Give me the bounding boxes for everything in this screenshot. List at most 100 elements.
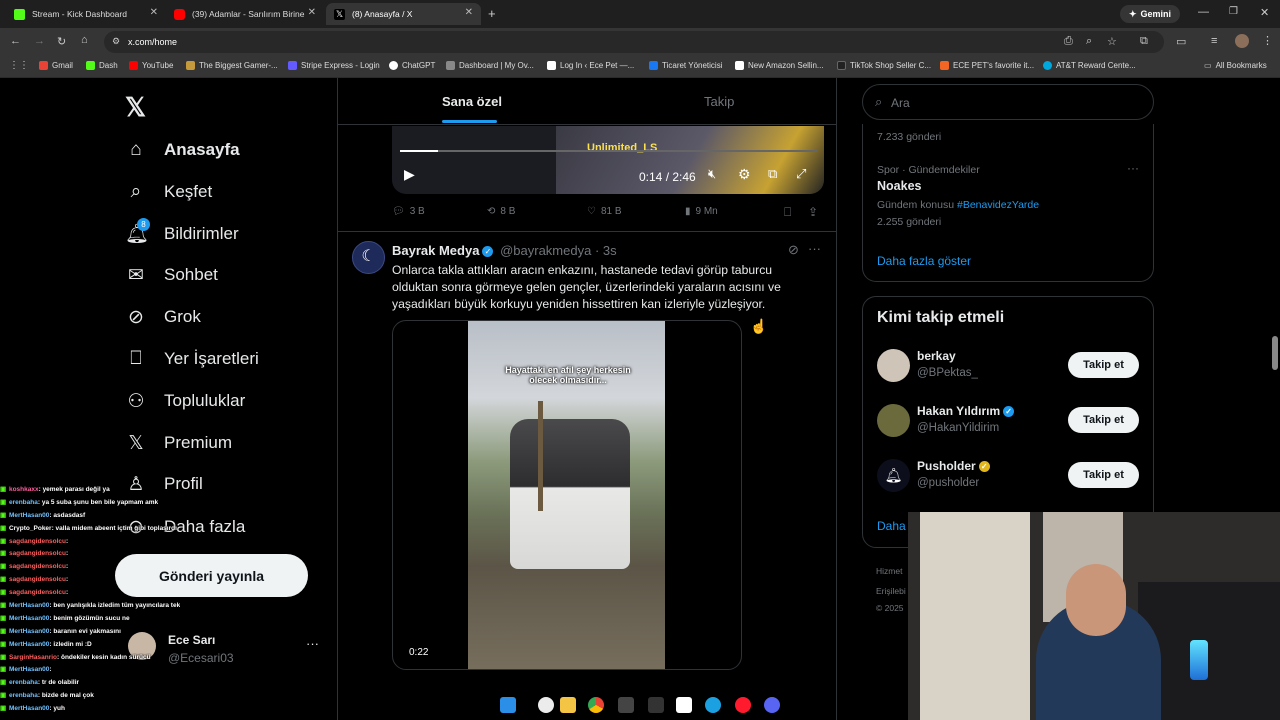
share-icon[interactable]: ⇪ xyxy=(808,205,818,219)
video-progress-track[interactable] xyxy=(400,150,817,152)
follow-button[interactable]: Takip et xyxy=(1068,407,1139,433)
trend-count: 7.233 gönderi xyxy=(877,131,942,143)
settings-icon[interactable]: ⚙ xyxy=(738,166,751,183)
sidebar-item-home[interactable]: ⌂ Anasayfa xyxy=(125,136,239,164)
mute-icon[interactable]: 🔇︎ xyxy=(708,166,716,182)
browser-tab-x[interactable]: 𝕏 (8) Anasayfa / X ✕ xyxy=(326,3,481,25)
pip-icon[interactable]: ⧉ xyxy=(768,166,777,182)
profile-avatar[interactable] xyxy=(1235,34,1249,48)
forward-icon[interactable]: → xyxy=(34,35,45,47)
menu-kebab-icon[interactable]: ⋮ xyxy=(1262,34,1273,47)
stream-chat-overlay: ▣ koshkaxx: yemek parası değil ya ▣ erenb… xyxy=(0,485,180,717)
close-tab-icon[interactable]: ✕ xyxy=(308,7,316,18)
back-icon[interactable]: ← xyxy=(10,35,21,47)
tab-following[interactable]: Takip xyxy=(704,94,734,109)
maximize-icon[interactable]: ❐ xyxy=(1229,6,1238,17)
close-window-icon[interactable]: ✕ xyxy=(1260,6,1269,19)
chat-username: SarginHasanrio xyxy=(8,653,57,661)
sidebar-item-premium[interactable]: 𝕏 Premium xyxy=(125,429,232,457)
globe-icon xyxy=(446,61,455,70)
close-tab-icon[interactable]: ✕ xyxy=(150,7,158,18)
windows-start-icon[interactable] xyxy=(500,697,516,713)
more-dots-icon[interactable]: ··· xyxy=(1127,161,1139,175)
avatar[interactable]: ☾ xyxy=(352,241,385,274)
repost-button[interactable]: ⟲ 8 B xyxy=(487,206,515,217)
sidebar-item-explore[interactable]: ⌕ Keşfet xyxy=(125,178,213,206)
opera-icon[interactable] xyxy=(735,697,751,713)
star-icon[interactable]: ☆ xyxy=(1107,35,1117,48)
app-icon[interactable] xyxy=(705,697,721,713)
browser-tab-youtube[interactable]: (39) Adamlar - Sarılırım Birine ✕ xyxy=(166,3,324,25)
bookmark-amazon[interactable]: New Amazon Sellin... xyxy=(735,61,824,70)
sidebar-item-grok[interactable]: ⊘ Grok xyxy=(125,303,201,331)
search-icon: ⌕ xyxy=(130,181,142,202)
reply-button[interactable]: 💬︎ 3 B xyxy=(392,206,425,217)
post-timestamp[interactable]: 3s xyxy=(603,243,617,258)
more-dots-icon[interactable]: ··· xyxy=(808,241,821,256)
trend-item[interactable]: Spor · Gündemdekiler Noakes Gündem konus… xyxy=(877,161,1141,234)
search-box[interactable]: ⌕ Ara xyxy=(862,84,1154,120)
file-explorer-icon[interactable] xyxy=(560,697,576,713)
bookmark-ecepet-fav[interactable]: ECE PET's favorite it... xyxy=(940,61,1034,70)
play-icon[interactable]: ▶ xyxy=(404,166,415,183)
chrome-icon[interactable] xyxy=(588,697,604,713)
follow-button[interactable]: Takip et xyxy=(1068,462,1139,488)
post-video[interactable]: Hayattaki en afil şey herkesin ölecek ol… xyxy=(392,320,742,670)
app-icon[interactable] xyxy=(648,697,664,713)
page-scrollbar[interactable] xyxy=(1272,336,1278,370)
app-icon[interactable] xyxy=(538,697,554,713)
tab-for-you[interactable]: Sana özel xyxy=(442,94,502,109)
browser-tab-kick[interactable]: Stream - Kick Dashboard ✕ xyxy=(6,3,166,25)
install-icon[interactable]: ⎙ xyxy=(1064,35,1073,48)
fullscreen-icon[interactable]: ⤢ xyxy=(796,166,806,182)
bookmark-gmail[interactable]: Gmail xyxy=(39,61,73,70)
post-author-name[interactable]: Bayrak Medya xyxy=(392,243,479,258)
follow-button[interactable]: Takip et xyxy=(1068,352,1139,378)
trend-hashtag[interactable]: #BenavidezYarde xyxy=(957,199,1039,211)
home-icon: ⌂ xyxy=(130,139,142,160)
views-button[interactable]: ▮ 9 Mn xyxy=(685,206,718,217)
grok-icon[interactable]: ⊘ xyxy=(788,242,799,258)
site-info-icon[interactable]: ⚙ xyxy=(112,36,120,47)
new-tab-icon[interactable]: + xyxy=(488,6,496,21)
close-tab-icon[interactable]: ✕ xyxy=(465,7,473,18)
all-bookmarks[interactable]: ▭ All Bookmarks xyxy=(1204,61,1267,70)
tab-search-icon[interactable]: ≡ xyxy=(1211,35,1217,47)
sidebar-item-notifications[interactable]: 🔔︎ 8 Bildirimler xyxy=(125,218,239,248)
bookmark-ticaret[interactable]: Ticaret Yöneticisi xyxy=(649,61,722,70)
app-icon[interactable] xyxy=(618,697,634,713)
x-logo-icon[interactable]: 𝕏 xyxy=(125,92,146,123)
apps-grid-icon[interactable]: ⋮⋮ xyxy=(9,60,29,71)
minimize-icon[interactable]: — xyxy=(1198,6,1209,18)
home-icon[interactable]: ⌂ xyxy=(81,34,88,46)
bookmark-dash[interactable]: Dash xyxy=(86,61,118,70)
search-input[interactable]: Ara xyxy=(891,96,910,110)
footer-link[interactable]: Hizmet xyxy=(876,566,902,576)
bookmark-stripe[interactable]: Stripe Express - Login xyxy=(288,61,380,70)
bookmark-chatgpt[interactable]: ChatGPT xyxy=(389,61,435,70)
bookmark-gamer[interactable]: The Biggest Gamer-... xyxy=(186,61,278,70)
show-more-link[interactable]: Daha fazla göster xyxy=(877,254,971,268)
bookmark-tiktok[interactable]: TikTok Shop Seller C... xyxy=(837,61,931,70)
like-button[interactable]: ♡ 81 B xyxy=(587,206,622,217)
discord-icon[interactable] xyxy=(764,697,780,713)
address-bar[interactable]: ⚙ x.com/home xyxy=(104,31,1164,53)
sidebar-item-communities[interactable]: ⚇ Topluluklar xyxy=(125,387,245,415)
sidepanel-icon[interactable]: ▭ xyxy=(1176,35,1186,48)
footer-link[interactable]: Erişilebi xyxy=(876,586,906,596)
video-player[interactable]: Unlimited_LS ▶ 0:14 / 2:46 🔇︎ ⚙ ⧉ ⤢ xyxy=(392,126,824,194)
extensions-icon[interactable]: ⧉ xyxy=(1140,35,1148,48)
capcut-icon[interactable] xyxy=(676,697,692,713)
zoom-icon[interactable]: ⌕ xyxy=(1086,35,1092,48)
reload-icon[interactable]: ↻ xyxy=(57,35,66,48)
bookmark-dashboard[interactable]: Dashboard | My Ov... xyxy=(446,61,534,70)
post-author-handle[interactable]: @bayrakmedya xyxy=(500,243,591,258)
sidebar-item-messages[interactable]: ✉ Sohbet xyxy=(125,261,218,289)
bookmark-ecepet-login[interactable]: Log In ‹ Ece Pet —... xyxy=(547,61,634,70)
gemini-button[interactable]: ✦ Gemini xyxy=(1120,5,1181,23)
sidebar-item-bookmarks[interactable]: ⎕ Yer İşaretleri xyxy=(125,345,259,373)
show-more-link[interactable]: Daha xyxy=(877,519,906,533)
bookmark-youtube[interactable]: YouTube xyxy=(129,61,173,70)
bookmark-post-icon[interactable]: ⎕ xyxy=(784,205,791,220)
bookmark-att[interactable]: AT&T Reward Cente... xyxy=(1043,61,1136,70)
